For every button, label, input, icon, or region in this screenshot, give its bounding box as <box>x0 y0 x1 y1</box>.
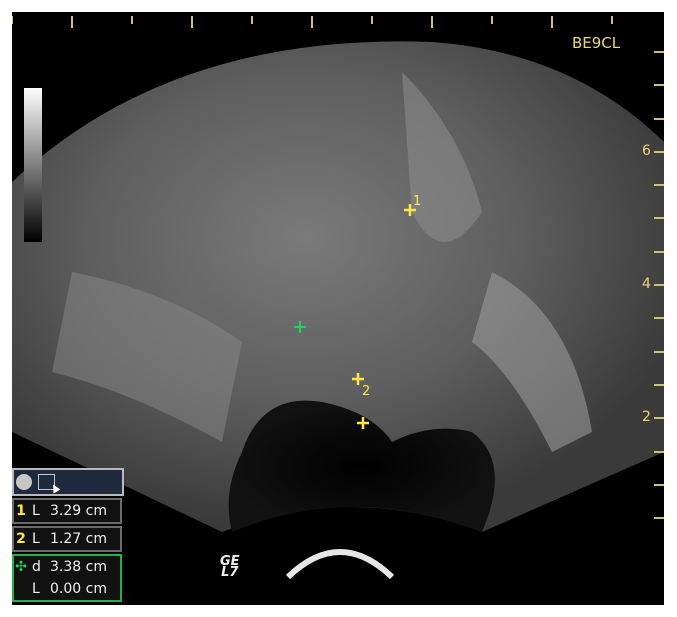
ultrasound-screen: 1 2 BE9CL 6 4 2 GE L7 1 L 3.29 cm 2 L 1.… <box>12 12 664 605</box>
measurement-type: L <box>32 503 40 519</box>
caliper-2-label: 2 <box>362 384 370 399</box>
measurement-panel-toolbar <box>12 468 124 496</box>
measurement-row-active-length: L 0.00 cm <box>12 578 122 602</box>
measurement-value: 3.38 cm <box>50 559 107 575</box>
measurement-type: L <box>32 531 40 547</box>
probe-arc <box>285 549 395 580</box>
measurement-type: d <box>32 559 41 575</box>
cursor-select-icon[interactable] <box>38 474 55 490</box>
depth-label-4: 4 <box>642 276 651 292</box>
ge-logo-line2: L7 <box>221 565 239 580</box>
measurement-value: 3.29 cm <box>50 503 107 519</box>
measurement-panel: 1 L 3.29 cm 2 L 1.27 cm ✣ d 3.38 cm L 0.… <box>12 468 124 602</box>
measurement-row-active: ✣ d 3.38 cm <box>12 554 122 580</box>
measurement-value: 1.27 cm <box>50 531 107 547</box>
probe-label: BE9CL <box>572 34 621 52</box>
measurement-number: 1 <box>16 503 26 519</box>
measurement-row-2: 2 L 1.27 cm <box>12 526 122 552</box>
depth-label-2: 2 <box>642 409 651 425</box>
caliper-1-label: 1 <box>413 194 421 209</box>
measurement-number: 2 <box>16 531 26 547</box>
measurement-type: L <box>32 581 40 597</box>
measurement-value: 0.00 cm <box>50 581 107 597</box>
record-icon[interactable] <box>16 474 32 490</box>
measurement-row-1: 1 L 3.29 cm <box>12 498 122 524</box>
depth-label-6: 6 <box>642 143 651 159</box>
ge-logo: GE L7 <box>220 555 240 580</box>
grayscale-bar <box>24 88 42 242</box>
active-caliper-icon: ✣ <box>15 559 27 575</box>
